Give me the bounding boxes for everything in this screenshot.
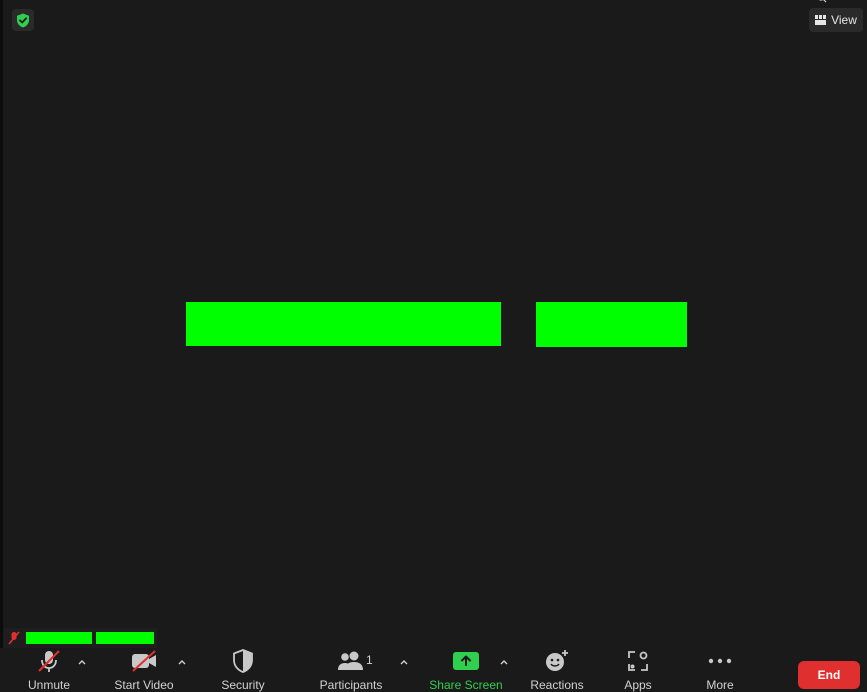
chevron-up-icon	[400, 660, 408, 665]
end-meeting-button[interactable]: End	[798, 661, 860, 689]
participants-count: 1	[366, 653, 373, 667]
start-video-button[interactable]: Start Video	[110, 648, 178, 692]
participants-button[interactable]: Participants	[316, 648, 386, 692]
view-button[interactable]: View	[809, 8, 863, 32]
end-label: End	[817, 668, 841, 682]
redacted-participant-name-part-2	[536, 302, 687, 347]
grid-icon	[815, 15, 827, 25]
reactions-label: Reactions	[530, 678, 584, 692]
participants-options-caret[interactable]	[398, 656, 410, 668]
more-label: More	[706, 678, 734, 692]
more-button[interactable]: More	[700, 648, 740, 692]
audio-options-caret[interactable]	[76, 656, 88, 668]
unmute-label: Unmute	[27, 678, 71, 692]
apps-label: Apps	[624, 678, 652, 692]
share-screen-label: Share Screen	[429, 678, 503, 692]
people-icon	[338, 651, 363, 670]
shield-check-icon	[17, 13, 29, 27]
video-off-icon	[132, 650, 156, 672]
encryption-badge[interactable]	[12, 9, 34, 31]
window-edge	[0, 0, 3, 692]
muted-microphone-icon	[38, 650, 60, 672]
share-options-caret[interactable]	[498, 656, 510, 668]
view-button-label: View	[831, 13, 857, 27]
shield-icon	[233, 649, 253, 673]
redacted-self-name-part-1	[26, 632, 92, 644]
self-name-tag	[4, 628, 157, 648]
meeting-toolbar: Unmute Start Video Security Participants…	[0, 648, 867, 692]
video-options-caret[interactable]	[176, 656, 188, 668]
participants-label: Participants	[319, 678, 383, 692]
smiley-plus-icon	[546, 650, 568, 671]
share-screen-icon	[453, 652, 479, 670]
ellipsis-icon	[708, 658, 732, 664]
redacted-participant-name-part-1	[186, 302, 501, 346]
chevron-up-icon	[178, 660, 186, 665]
security-button[interactable]: Security	[216, 648, 270, 692]
share-screen-button[interactable]: Share Screen	[428, 648, 504, 692]
reactions-button[interactable]: Reactions	[528, 648, 586, 692]
redacted-self-name-part-2	[96, 632, 154, 644]
apps-icon	[628, 651, 648, 671]
meeting-window: View Unmute Start Video Security Partici…	[0, 0, 867, 692]
muted-mic-icon	[8, 631, 20, 645]
apps-button[interactable]: Apps	[618, 648, 658, 692]
security-label: Security	[221, 678, 265, 692]
unmute-button[interactable]: Unmute	[22, 648, 76, 692]
chevron-up-icon	[78, 660, 86, 665]
magnifier-icon	[819, 0, 827, 3]
start-video-label: Start Video	[114, 678, 174, 692]
chevron-up-icon	[500, 660, 508, 665]
